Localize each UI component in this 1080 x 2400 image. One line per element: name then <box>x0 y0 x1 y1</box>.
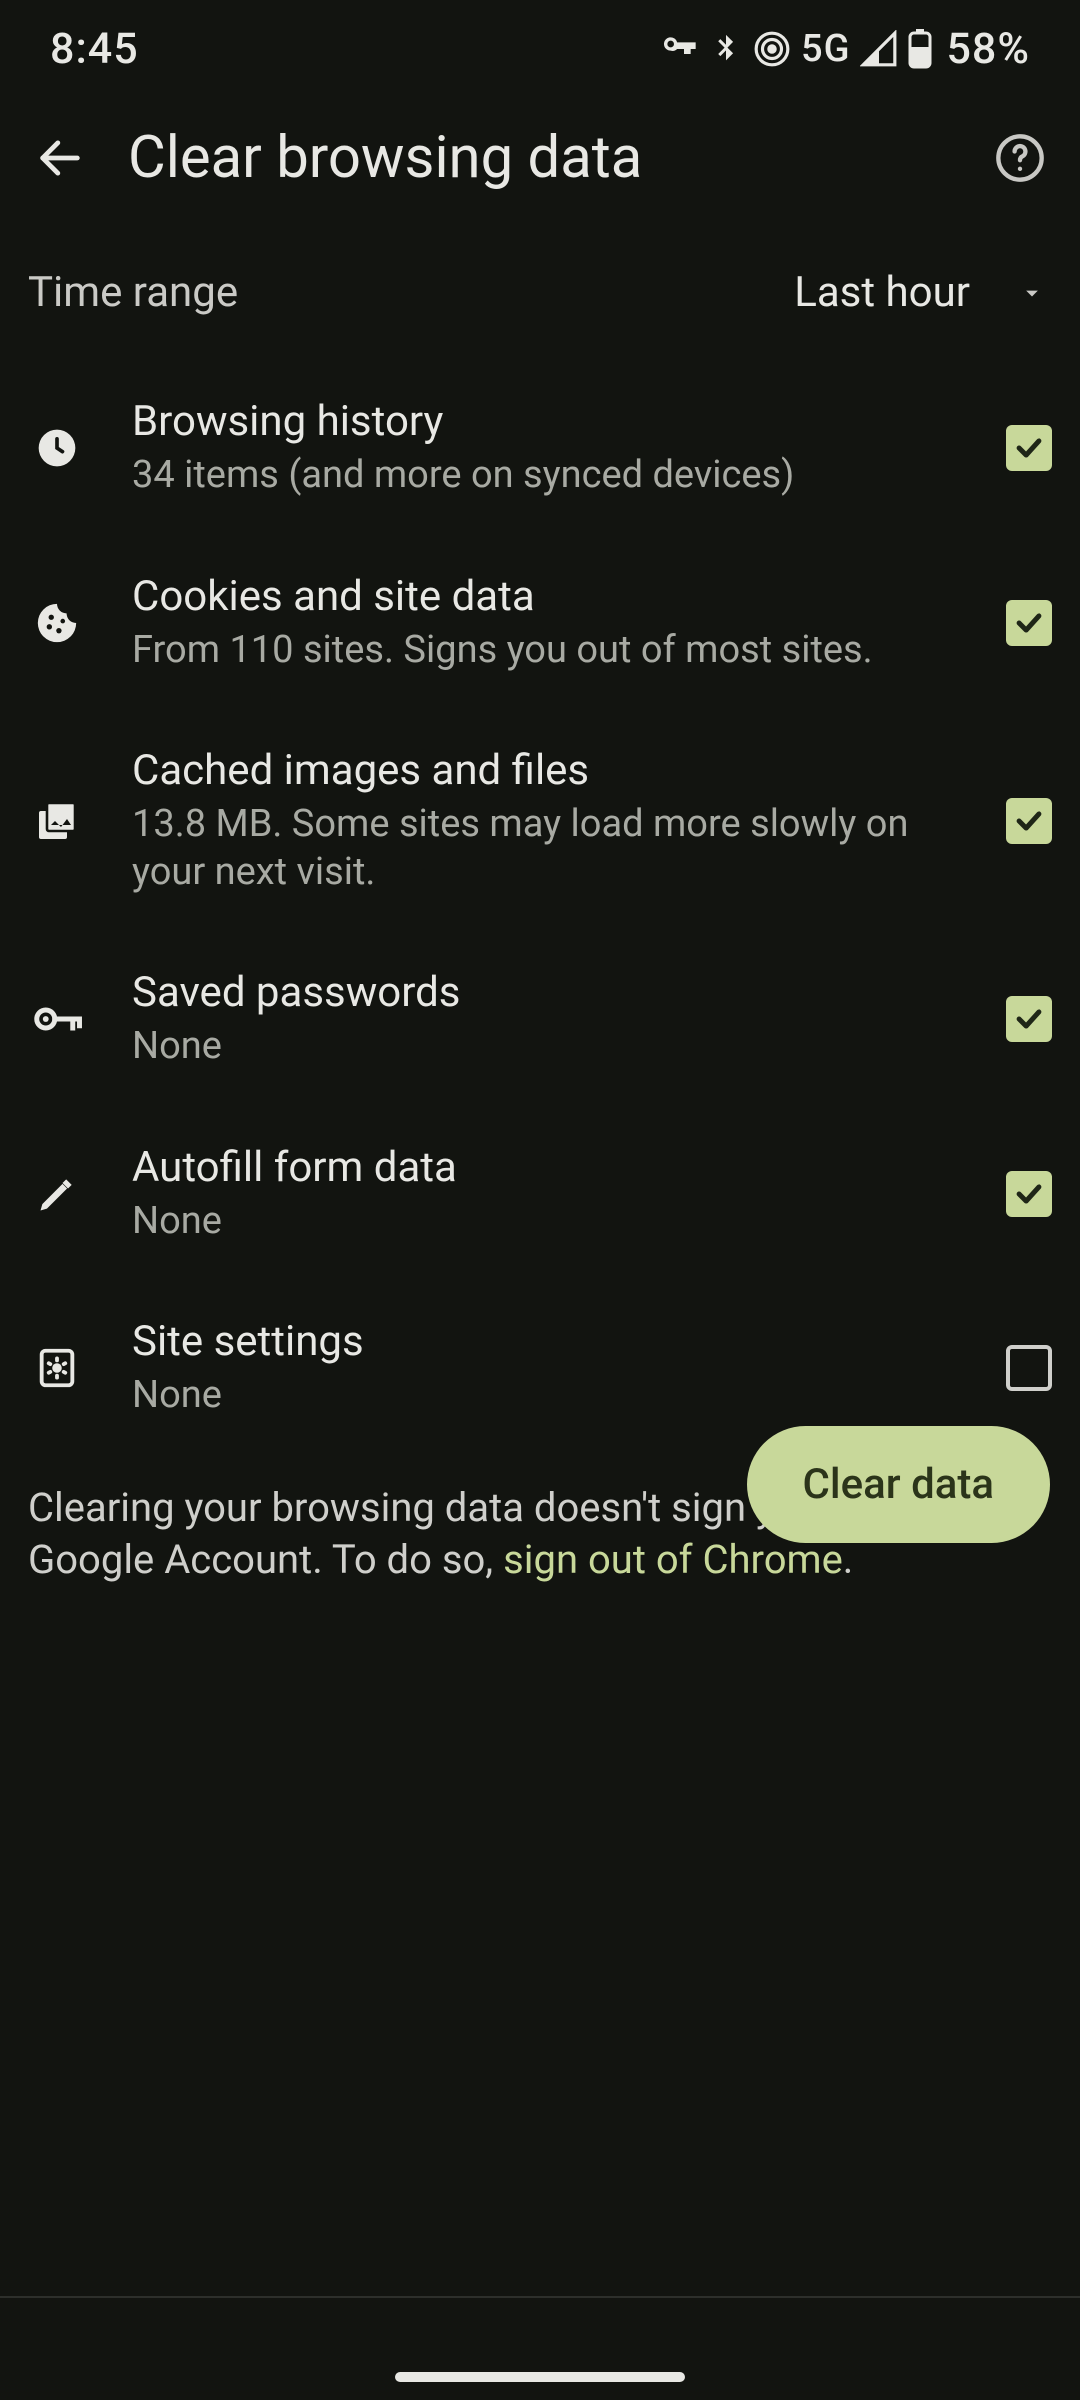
battery-percentage: 58% <box>946 24 1030 74</box>
status-right: 5G 58% <box>659 24 1030 74</box>
item-subtitle: None <box>132 1198 960 1246</box>
options-list: Browsing history 34 items (and more on s… <box>0 361 1080 1456</box>
time-range-label: Time range <box>28 268 238 317</box>
key-icon <box>659 29 699 69</box>
item-title: Cookies and site data <box>132 572 960 621</box>
check-icon <box>1012 804 1046 838</box>
check-icon <box>1012 1002 1046 1036</box>
help-icon <box>994 132 1046 184</box>
hotspot-icon <box>753 30 791 68</box>
cookie-icon <box>34 600 80 646</box>
key-icon <box>30 992 84 1046</box>
item-subtitle: None <box>132 1372 960 1420</box>
page-title: Clear browsing data <box>128 124 952 192</box>
back-button[interactable] <box>28 126 92 190</box>
time-range-row[interactable]: Time range Last hour <box>0 218 1080 361</box>
network-type: 5G <box>801 27 850 71</box>
signal-icon <box>860 30 898 68</box>
item-browsing-history[interactable]: Browsing history 34 items (and more on s… <box>0 361 1080 536</box>
status-time: 8:45 <box>50 24 139 74</box>
item-title: Saved passwords <box>132 968 960 1017</box>
battery-icon <box>908 29 932 69</box>
site-settings-icon <box>34 1345 80 1391</box>
checkbox-passwords[interactable] <box>1006 996 1052 1042</box>
checkbox-browsing-history[interactable] <box>1006 425 1052 471</box>
checkbox-cookies[interactable] <box>1006 600 1052 646</box>
checkbox-autofill[interactable] <box>1006 1171 1052 1217</box>
item-subtitle: From 110 sites. Signs you out of most si… <box>132 627 960 675</box>
clock-icon <box>35 426 79 470</box>
item-title: Autofill form data <box>132 1143 960 1192</box>
pencil-icon <box>35 1172 79 1216</box>
item-subtitle: 13.8 MB. Some sites may load more slowly… <box>132 801 960 896</box>
item-cookies[interactable]: Cookies and site data From 110 sites. Si… <box>0 536 1080 711</box>
item-autofill[interactable]: Autofill form data None <box>0 1107 1080 1282</box>
sign-out-link[interactable]: sign out of Chrome <box>503 1536 843 1583</box>
arrow-left-icon <box>34 132 86 184</box>
item-passwords[interactable]: Saved passwords None <box>0 932 1080 1107</box>
help-button[interactable] <box>988 126 1052 190</box>
gesture-nav-bar[interactable] <box>395 2372 685 2382</box>
chevron-down-icon <box>1018 279 1046 307</box>
item-title: Browsing history <box>132 397 960 446</box>
bottom-divider <box>0 2296 1080 2298</box>
bluetooth-icon <box>709 32 743 66</box>
item-cache[interactable]: Cached images and files 13.8 MB. Some si… <box>0 710 1080 932</box>
checkbox-site-settings[interactable] <box>1006 1345 1052 1391</box>
app-bar: Clear browsing data <box>0 98 1080 218</box>
check-icon <box>1012 606 1046 640</box>
item-title: Cached images and files <box>132 746 960 795</box>
checkbox-cache[interactable] <box>1006 798 1052 844</box>
item-title: Site settings <box>132 1317 960 1366</box>
item-subtitle: 34 items (and more on synced devices) <box>132 452 960 500</box>
time-range-value-wrap: Last hour <box>794 268 1046 317</box>
clear-data-button[interactable]: Clear data <box>747 1426 1050 1543</box>
check-icon <box>1012 1177 1046 1211</box>
status-bar: 8:45 5G 58% <box>0 0 1080 98</box>
check-icon <box>1012 431 1046 465</box>
item-subtitle: None <box>132 1023 960 1071</box>
time-range-value: Last hour <box>794 268 970 317</box>
images-icon <box>33 797 81 845</box>
